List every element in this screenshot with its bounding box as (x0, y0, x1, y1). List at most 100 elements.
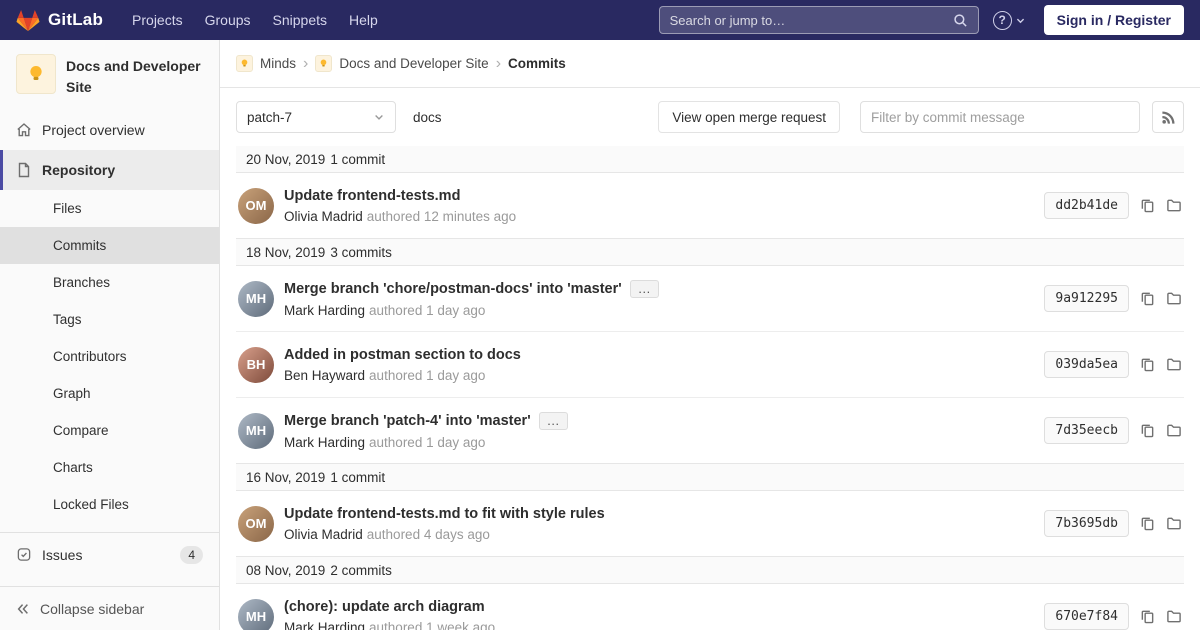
copy-sha-button[interactable] (1140, 423, 1155, 438)
browse-files-button[interactable] (1166, 516, 1182, 531)
sidebar-item-commits[interactable]: Commits (0, 227, 219, 264)
commit-row: BH Added in postman section to docs Ben … (236, 332, 1184, 398)
search-input[interactable] (670, 13, 953, 28)
breadcrumb-group-link[interactable]: Minds (260, 56, 296, 71)
commit-count: 1 commit (330, 470, 385, 485)
copy-sha-button[interactable] (1140, 291, 1155, 306)
branch-selector-dropdown[interactable]: patch-7 (236, 101, 396, 133)
filter-commit-message-input[interactable] (860, 101, 1140, 133)
gitlab-tanuki-icon (16, 9, 40, 32)
commit-author-link[interactable]: Olivia Madrid (284, 209, 363, 224)
collapse-sidebar-button[interactable]: Collapse sidebar (0, 586, 219, 630)
project-sidebar: Docs and Developer Site Project overview… (0, 40, 220, 630)
ref-path-label[interactable]: docs (413, 110, 442, 125)
sign-in-register-button[interactable]: Sign in / Register (1044, 5, 1184, 35)
commit-author-link[interactable]: Mark Harding (284, 303, 365, 318)
commit-author-link[interactable]: Mark Harding (284, 620, 365, 630)
commit-author-link[interactable]: Ben Hayward (284, 368, 365, 383)
commit-author-link[interactable]: Olivia Madrid (284, 527, 363, 542)
commit-sha-link[interactable]: dd2b41de (1044, 192, 1129, 219)
commit-actions: 7d35eecb (1044, 417, 1184, 444)
copy-icon (1140, 609, 1155, 624)
author-avatar[interactable]: MH (238, 413, 274, 449)
commit-sha-link[interactable]: 7d35eecb (1044, 417, 1129, 444)
commit-title-link[interactable]: Update frontend-tests.md to fit with sty… (284, 506, 605, 522)
sidebar-item-project-overview[interactable]: Project overview (0, 110, 219, 150)
commit-sha-link[interactable]: 7b3695db (1044, 510, 1129, 537)
issues-icon (16, 547, 32, 562)
author-avatar[interactable]: OM (238, 188, 274, 224)
commit-list: 20 Nov, 2019 1 commit OM Update frontend… (236, 146, 1184, 630)
view-open-merge-request-button[interactable]: View open merge request (658, 101, 840, 133)
browse-files-button[interactable] (1166, 609, 1182, 624)
commit-count: 3 commits (330, 245, 392, 260)
commit-author-link[interactable]: Mark Harding (284, 435, 365, 450)
commit-title-link[interactable]: (chore): update arch diagram (284, 599, 485, 615)
question-mark-icon: ? (993, 11, 1012, 30)
author-avatar[interactable]: BH (238, 347, 274, 383)
sidebar-item-locked-files[interactable]: Locked Files (0, 486, 219, 523)
commits-controls: patch-7 docs View open merge request (220, 88, 1200, 146)
author-avatar[interactable]: MH (238, 599, 274, 630)
sidebar-item-compare[interactable]: Compare (0, 412, 219, 449)
commit-sha-link[interactable]: 9a912295 (1044, 285, 1129, 312)
commit-title-link[interactable]: Merge branch 'chore/postman-docs' into '… (284, 281, 622, 297)
browse-files-button[interactable] (1166, 423, 1182, 438)
breadcrumb-separator-icon: › (496, 56, 501, 72)
copy-sha-button[interactable] (1140, 198, 1155, 213)
project-avatar-small (315, 55, 332, 72)
commit-title-link[interactable]: Added in postman section to docs (284, 347, 521, 363)
commit-sha-link[interactable]: 670e7f84 (1044, 603, 1129, 630)
commit-time: authored 4 days ago (367, 527, 490, 542)
toggle-commit-description-button[interactable]: … (539, 412, 568, 430)
commit-sha-link[interactable]: 039da5ea (1044, 351, 1129, 378)
folder-icon (1166, 357, 1182, 372)
commit-time: authored 12 minutes ago (367, 209, 516, 224)
commits-feed-button[interactable] (1152, 101, 1184, 133)
sidebar-item-files[interactable]: Files (0, 190, 219, 227)
commit-title-link[interactable]: Update frontend-tests.md (284, 188, 460, 204)
commit-title-link[interactable]: Merge branch 'patch-4' into 'master' (284, 413, 531, 429)
sidebar-item-repository[interactable]: Repository (0, 150, 219, 190)
sidebar-item-issues[interactable]: Issues 4 (0, 532, 219, 576)
copy-sha-button[interactable] (1140, 516, 1155, 531)
help-menu-button[interactable]: ? (993, 11, 1026, 30)
group-avatar (236, 55, 253, 72)
commit-actions: 670e7f84 (1044, 603, 1184, 630)
copy-sha-button[interactable] (1140, 357, 1155, 372)
nav-link-help[interactable]: Help (338, 0, 389, 40)
author-avatar[interactable]: MH (238, 281, 274, 317)
nav-link-groups[interactable]: Groups (194, 0, 262, 40)
commit-date: 18 Nov, 2019 (246, 245, 325, 260)
sidebar-item-label: Project overview (42, 122, 145, 138)
folder-icon (1166, 291, 1182, 306)
browse-files-button[interactable] (1166, 357, 1182, 372)
browse-files-button[interactable] (1166, 198, 1182, 213)
top-navbar: GitLab Projects Groups Snippets Help ? S… (0, 0, 1200, 40)
sidebar-item-branches[interactable]: Branches (0, 264, 219, 301)
repository-submenu: Files Commits Branches Tags Contributors… (0, 190, 219, 523)
author-avatar[interactable]: OM (238, 506, 274, 542)
sidebar-item-graph[interactable]: Graph (0, 375, 219, 412)
commit-info: (chore): update arch diagram Mark Hardin… (284, 599, 1044, 630)
commit-meta: Olivia Madrid authored 12 minutes ago (284, 209, 1044, 224)
sidebar-item-charts[interactable]: Charts (0, 449, 219, 486)
folder-icon (1166, 516, 1182, 531)
gitlab-logo-link[interactable]: GitLab (16, 9, 103, 32)
nav-link-projects[interactable]: Projects (121, 0, 194, 40)
brand-name: GitLab (48, 10, 103, 30)
browse-files-button[interactable] (1166, 291, 1182, 306)
sidebar-item-tags[interactable]: Tags (0, 301, 219, 338)
toggle-commit-description-button[interactable]: … (630, 280, 659, 298)
global-search[interactable] (659, 6, 979, 34)
breadcrumb: Minds › Docs and Developer Site › Commit… (220, 40, 1200, 88)
breadcrumb-project-link[interactable]: Docs and Developer Site (339, 56, 488, 71)
commit-time: authored 1 day ago (369, 368, 485, 383)
copy-sha-button[interactable] (1140, 609, 1155, 624)
sidebar-item-contributors[interactable]: Contributors (0, 338, 219, 375)
nav-link-snippets[interactable]: Snippets (262, 0, 338, 40)
project-header[interactable]: Docs and Developer Site (0, 40, 219, 110)
commit-meta: Mark Hardingauthored 1 day ago (284, 435, 1044, 450)
commit-actions: 039da5ea (1044, 351, 1184, 378)
commit-row: OM Update frontend-tests.md to fit with … (236, 491, 1184, 557)
